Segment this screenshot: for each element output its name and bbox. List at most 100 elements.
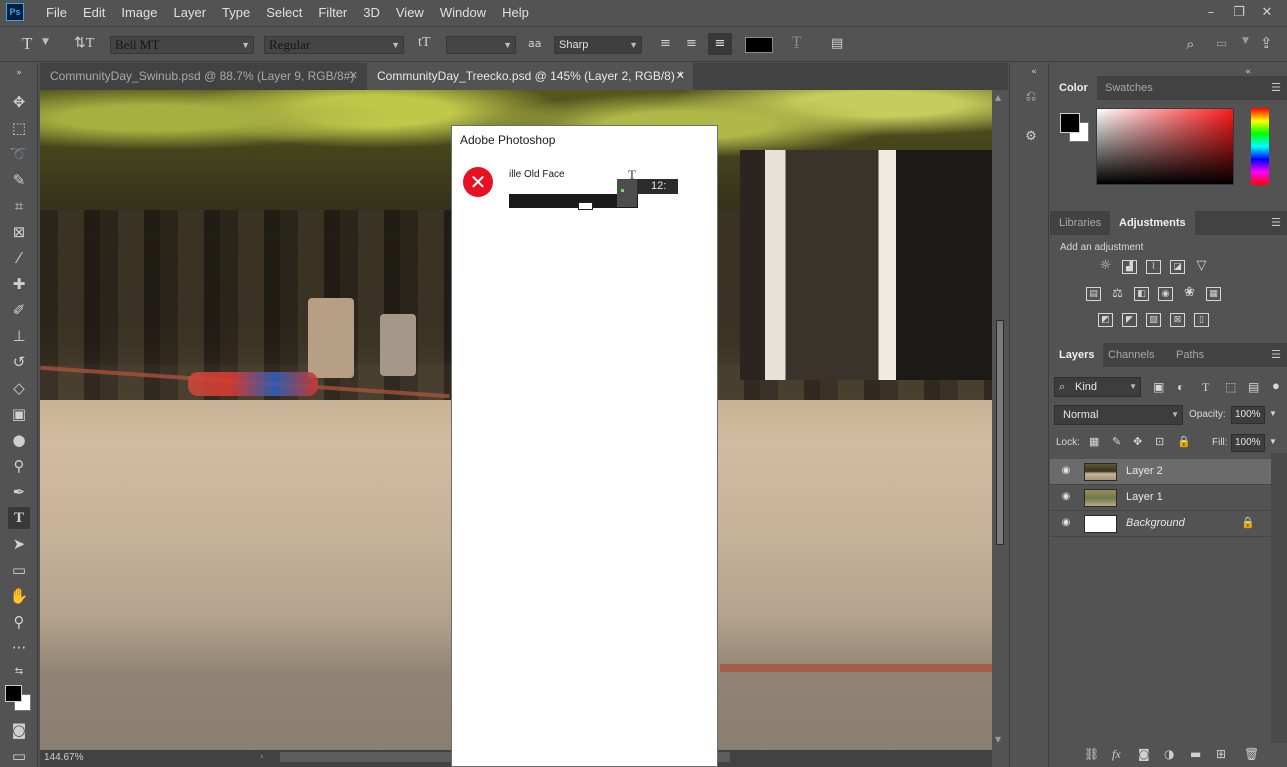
align-left-icon[interactable]: ≡ xyxy=(660,36,671,51)
filter-smart-object-icon[interactable]: ▤ xyxy=(1248,380,1259,394)
tool-preset-chevron-icon[interactable]: ▼ xyxy=(42,37,49,47)
crop-tool-icon[interactable]: ⌗ xyxy=(8,195,30,217)
blur-tool-icon[interactable]: ● xyxy=(8,429,30,451)
collapse-panel-icon[interactable]: » xyxy=(8,62,30,84)
restore-button[interactable]: ❐ xyxy=(1225,5,1253,20)
layer-style-icon[interactable]: fx xyxy=(1112,747,1121,762)
layers-scrollbar[interactable] xyxy=(1271,453,1287,743)
history-brush-tool-icon[interactable]: ↺ xyxy=(8,351,30,373)
quick-select-tool-icon[interactable]: ✎ xyxy=(8,169,30,191)
dodge-tool-icon[interactable]: ⚲ xyxy=(8,455,30,477)
path-select-tool-icon[interactable]: ➤ xyxy=(8,533,30,555)
visibility-eye-icon[interactable]: ◉ xyxy=(1059,465,1073,477)
type-tool-icon[interactable]: T xyxy=(22,34,32,54)
layer-row[interactable]: ◉ Background 🔒 xyxy=(1050,511,1271,537)
tab-channels[interactable]: Channels xyxy=(1099,343,1163,367)
menu-filter[interactable]: Filter xyxy=(310,5,355,20)
posterize-icon[interactable]: ◤ xyxy=(1122,313,1137,327)
new-adjustment-layer-icon[interactable]: ◑ xyxy=(1164,747,1174,761)
move-tool-icon[interactable]: ✥ xyxy=(8,91,30,113)
marquee-tool-icon[interactable]: ⬚ xyxy=(8,117,30,139)
blend-mode-select[interactable]: Normal ▼ xyxy=(1054,405,1183,425)
curves-icon[interactable]: ⌇ xyxy=(1146,260,1161,274)
vibrance-icon[interactable]: ▽ xyxy=(1194,259,1209,274)
hand-tool-icon[interactable]: ✋ xyxy=(8,585,30,607)
tab-color[interactable]: Color xyxy=(1050,76,1097,100)
healing-brush-tool-icon[interactable]: ✚ xyxy=(8,273,30,295)
pen-tool-icon[interactable]: ✒ xyxy=(8,481,30,503)
close-tab-icon[interactable]: ✕ xyxy=(349,63,358,89)
new-layer-icon[interactable]: ⊞ xyxy=(1216,747,1226,761)
add-mask-icon[interactable]: ◙ xyxy=(1138,747,1150,761)
eyedropper-tool-icon[interactable]: ⁄ xyxy=(8,247,30,269)
brush-tool-icon[interactable]: ✐ xyxy=(8,299,30,321)
font-style-select[interactable]: Regular ▼ xyxy=(264,36,404,54)
screen-mode-icon[interactable]: ▭ xyxy=(8,745,30,767)
swap-colors-icon[interactable]: ⇆ xyxy=(8,661,30,683)
selective-color-icon[interactable]: ⊠ xyxy=(1170,313,1185,327)
search-icon[interactable]: ⌕ xyxy=(1186,35,1194,53)
scroll-up-icon[interactable]: ▲ xyxy=(995,93,1001,102)
share-icon[interactable]: ⇪ xyxy=(1260,34,1273,52)
collapse-strip-icon[interactable]: « xyxy=(1024,62,1044,82)
link-layers-icon[interactable]: ⛓ xyxy=(1084,747,1099,761)
panel-menu-icon[interactable]: ☰ xyxy=(1271,348,1281,361)
color-balance-icon[interactable]: ⚖ xyxy=(1110,287,1125,301)
status-expand-icon[interactable]: › xyxy=(260,752,264,762)
filter-type-icon[interactable]: T xyxy=(1202,380,1209,395)
layer-row[interactable]: ◉ Layer 2 xyxy=(1050,459,1271,485)
invert-icon[interactable]: ◩ xyxy=(1098,313,1113,327)
lock-image-icon[interactable]: ✎ xyxy=(1112,435,1121,448)
lock-artboard-icon[interactable]: ⊡ xyxy=(1155,435,1164,448)
lock-position-icon[interactable]: ✥ xyxy=(1133,435,1142,448)
text-orientation-icon[interactable]: ⇅T xyxy=(74,35,94,52)
tab-libraries[interactable]: Libraries xyxy=(1050,211,1110,235)
text-color-swatch[interactable] xyxy=(745,37,773,53)
layer-name[interactable]: Layer 1 xyxy=(1126,491,1163,503)
menu-file[interactable]: File xyxy=(38,5,75,20)
photo-filter-icon[interactable]: ◉ xyxy=(1158,287,1173,301)
tab-paths[interactable]: Paths xyxy=(1167,343,1213,367)
menu-image[interactable]: Image xyxy=(113,5,165,20)
layer-row[interactable]: ◉ Layer 1 xyxy=(1050,485,1271,511)
properties-panel-icon[interactable]: ⚙ xyxy=(1021,127,1041,147)
vertical-scrollbar[interactable]: ▲ ▼ xyxy=(992,90,1008,750)
new-group-icon[interactable]: ▬ xyxy=(1190,747,1201,761)
panel-menu-icon[interactable]: ☰ xyxy=(1271,216,1281,229)
history-panel-icon[interactable]: ⎌ xyxy=(1021,87,1041,107)
delete-layer-icon[interactable]: 🗑 xyxy=(1244,747,1259,761)
type-tool-icon[interactable]: T xyxy=(8,507,30,529)
scroll-down-icon[interactable]: ▼ xyxy=(995,735,1001,744)
lock-all-icon[interactable]: 🔒 xyxy=(1177,435,1191,448)
layer-name[interactable]: Background xyxy=(1126,517,1185,529)
menu-view[interactable]: View xyxy=(388,5,432,20)
visibility-eye-icon[interactable]: ◉ xyxy=(1059,517,1073,529)
frame-tool-icon[interactable]: ⊠ xyxy=(8,221,30,243)
lasso-tool-icon[interactable]: ➰ xyxy=(8,143,30,165)
menu-layer[interactable]: Layer xyxy=(166,5,215,20)
character-panel-icon[interactable]: ▤ xyxy=(831,36,843,51)
eraser-tool-icon[interactable]: ◇ xyxy=(8,377,30,399)
minimize-button[interactable]: – xyxy=(1197,5,1225,20)
close-button[interactable]: ✕ xyxy=(1253,5,1281,20)
opacity-chevron-icon[interactable]: ▼ xyxy=(1269,409,1277,418)
rectangle-tool-icon[interactable]: ▭ xyxy=(8,559,30,581)
menu-select[interactable]: Select xyxy=(258,5,310,20)
menu-type[interactable]: Type xyxy=(214,5,258,20)
align-center-icon[interactable]: ≡ xyxy=(686,36,697,51)
warp-text-icon[interactable]: Ṯ xyxy=(792,34,801,51)
antialias-select[interactable]: Sharp ▼ xyxy=(554,36,642,54)
black-white-icon[interactable]: ◧ xyxy=(1134,287,1149,301)
layer-filter-select[interactable]: ⌕ Kind ▼ xyxy=(1054,377,1141,397)
hue-slider[interactable] xyxy=(1251,108,1269,185)
foreground-color-swatch[interactable] xyxy=(5,685,22,702)
tab-layers[interactable]: Layers xyxy=(1050,343,1104,367)
levels-icon[interactable]: ▟ xyxy=(1122,260,1137,274)
hue-saturation-icon[interactable]: ▤ xyxy=(1086,287,1101,301)
filter-adjustment-icon[interactable]: ◐ xyxy=(1177,380,1184,394)
more-tools-icon[interactable]: ··· xyxy=(8,637,30,659)
filter-pixel-icon[interactable]: ▣ xyxy=(1153,380,1164,394)
threshold-icon[interactable]: ▨ xyxy=(1146,313,1161,327)
tab-swatches[interactable]: Swatches xyxy=(1096,76,1162,100)
menu-3d[interactable]: 3D xyxy=(355,5,388,20)
